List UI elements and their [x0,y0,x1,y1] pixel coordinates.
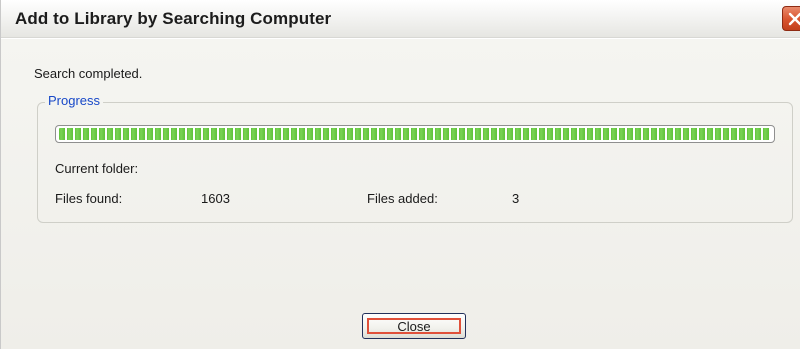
files-found-value: 1603 [201,191,230,206]
dialog-body: Search completed. Progress Current folde… [1,39,800,349]
progress-bar-fill [59,128,771,140]
dialog-window: Add to Library by Searching Computer Sea… [0,0,800,349]
progress-bar [55,125,775,143]
files-added-label: Files added: [367,191,438,206]
close-x-glyph [788,12,800,25]
close-button-label: Close [397,318,431,334]
progress-legend: Progress [45,93,104,108]
current-folder-label: Current folder: [55,161,139,176]
close-button[interactable]: Close [362,313,466,339]
status-message: Search completed. [34,66,143,81]
window-title: Add to Library by Searching Computer [15,9,332,28]
close-icon[interactable] [782,6,800,31]
title-bar[interactable]: Add to Library by Searching Computer [1,0,800,38]
files-added-value: 3 [512,191,520,206]
files-found-label: Files found: [55,191,123,206]
